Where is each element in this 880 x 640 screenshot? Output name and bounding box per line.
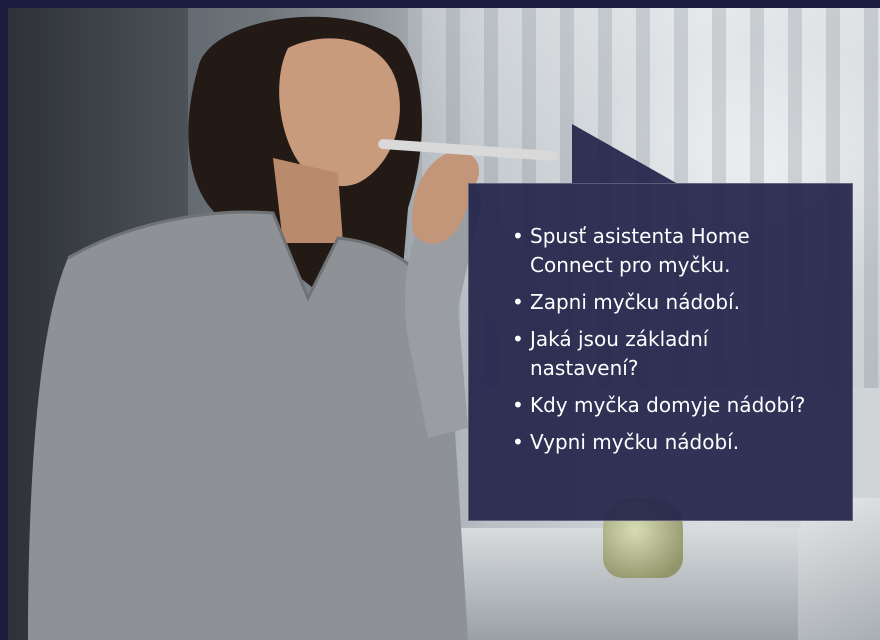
voice-command-item: Kdy myčka domyje nádobí?	[510, 391, 820, 420]
voice-command-item: Spusť asistenta Home Connect pro myčku.	[510, 222, 820, 280]
voice-command-item: Jaká jsou základní nastavení?	[510, 325, 820, 383]
voice-command-list: Spusť asistenta Home Connect pro myčku. …	[510, 222, 820, 465]
voice-command-item: Zapni myčku nádobí.	[510, 288, 820, 317]
voice-command-item: Vypni myčku nádobí.	[510, 428, 820, 457]
speech-bubble-tail	[572, 124, 678, 184]
